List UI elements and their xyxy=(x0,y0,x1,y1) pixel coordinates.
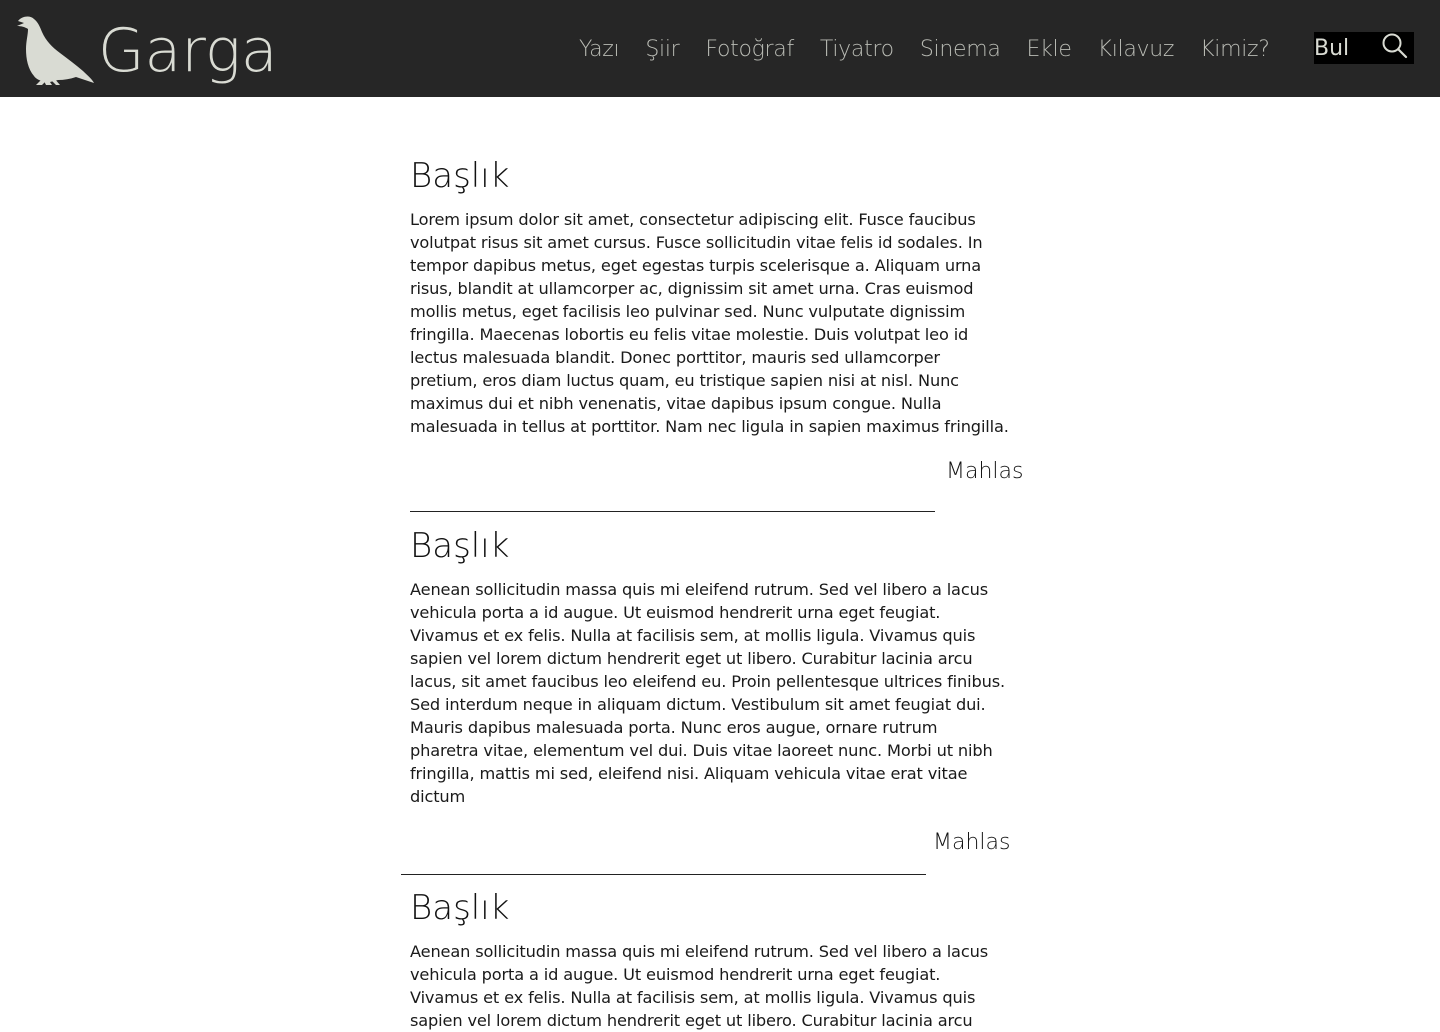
article-title[interactable]: Başlık xyxy=(410,888,1010,928)
nav-item-tiyatro[interactable]: Tiyatro xyxy=(820,37,894,62)
article-author[interactable]: Mahlas xyxy=(946,459,1023,484)
site-name: Garga xyxy=(98,16,278,86)
nav-item-yazi[interactable]: Yazı xyxy=(579,37,620,62)
article-body: Lorem ipsum dolor sit amet, consectetur … xyxy=(410,210,1009,436)
article-card: Başlık Lorem ipsum dolor sit amet, conse… xyxy=(410,156,1010,438)
article-title[interactable]: Başlık xyxy=(410,156,1010,196)
search-button[interactable] xyxy=(1378,32,1412,64)
article-divider xyxy=(401,874,926,875)
site-header: Garga Yazı Şiir Fotoğraf Tiyatro Sinema … xyxy=(0,0,1440,97)
search-icon xyxy=(1381,32,1409,64)
nav-item-kilavuz[interactable]: Kılavuz xyxy=(1098,37,1175,62)
article-title[interactable]: Başlık xyxy=(410,526,1010,566)
main-nav: Yazı Şiir Fotoğraf Tiyatro Sinema Ekle K… xyxy=(566,32,1283,66)
nav-item-ekle[interactable]: Ekle xyxy=(1027,37,1072,62)
article-card: Başlık Aenean sollicitudin massa quis mi… xyxy=(410,888,1010,1032)
article-author[interactable]: Mahlas xyxy=(933,830,1010,855)
nav-item-sinema[interactable]: Sinema xyxy=(920,37,1001,62)
nav-item-fotograf[interactable]: Fotoğraf xyxy=(705,37,794,62)
search-input[interactable] xyxy=(1314,33,1376,63)
article-body: Aenean sollicitudin massa quis mi eleife… xyxy=(410,942,988,1030)
crow-icon xyxy=(16,13,96,87)
article-card: Başlık Aenean sollicitudin massa quis mi… xyxy=(410,526,1010,808)
article-body: Aenean sollicitudin massa quis mi eleife… xyxy=(410,580,1005,806)
nav-item-kimiz[interactable]: Kimiz? xyxy=(1200,37,1270,62)
article-divider xyxy=(410,511,935,512)
nav-item-siir[interactable]: Şiir xyxy=(645,37,679,62)
search-box xyxy=(1314,32,1414,64)
site-logo[interactable]: Garga xyxy=(16,10,278,90)
